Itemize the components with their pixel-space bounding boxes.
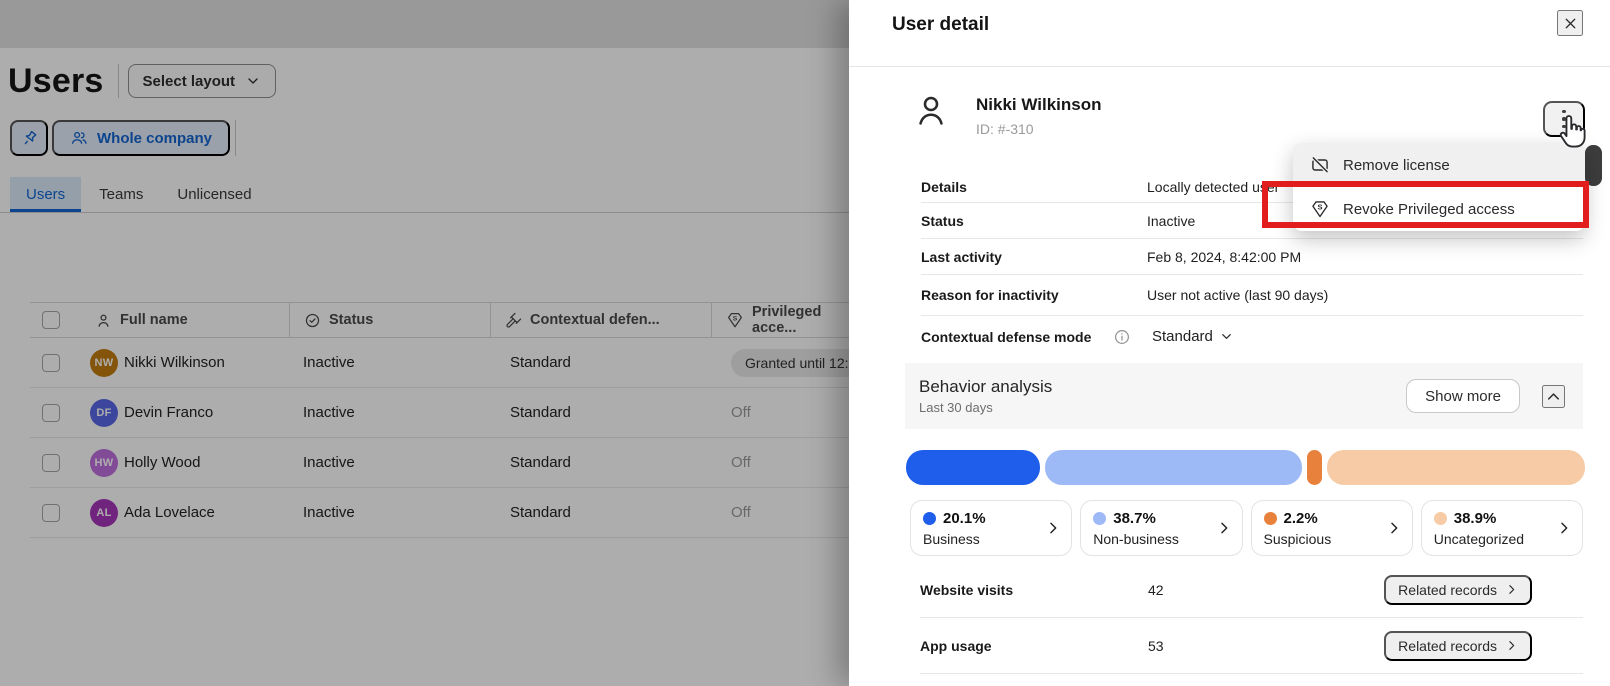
- detail-row: Reason for inactivity User not active (l…: [921, 275, 1583, 316]
- svg-text:S: S: [1317, 203, 1322, 212]
- partially-visible-dark-element: [1585, 145, 1602, 186]
- user-id: ID: #-310: [976, 121, 1034, 137]
- metric-row-website-visits: Website visits 42 Related records: [920, 562, 1583, 618]
- detail-row: Last activity Feb 8, 2024, 8:42:00 PM: [921, 239, 1583, 275]
- behavior-analysis-subtitle: Last 30 days: [919, 400, 1052, 415]
- behavior-analysis-header: Behavior analysis Last 30 days Show more: [905, 363, 1583, 429]
- chevron-up-icon[interactable]: [1542, 385, 1565, 408]
- behavior-category-cards: 20.1% Business 38.7% Non-business: [910, 500, 1583, 556]
- bar-segment-uncategorized: [1327, 450, 1585, 485]
- cursor-pointer-icon: [1555, 112, 1587, 156]
- menu-item-revoke-privileged-access[interactable]: S Revoke Privileged access: [1293, 187, 1585, 231]
- behavior-analysis-title: Behavior analysis: [919, 377, 1052, 397]
- user-detail-panel: User detail Nikki Wilkinson ID: #-310 De…: [849, 0, 1610, 686]
- activity-metrics: Website visits 42 Related records App us…: [920, 562, 1583, 674]
- bar-segment-non-business: [1045, 450, 1302, 485]
- chevron-right-icon: [1556, 520, 1572, 536]
- chevron-right-icon: [1505, 639, 1518, 652]
- remove-license-icon: [1310, 155, 1330, 175]
- panel-title: User detail: [892, 14, 989, 36]
- defense-mode-dropdown[interactable]: Standard: [1152, 328, 1234, 345]
- legend-dot: [923, 512, 936, 525]
- legend-dot: [1264, 512, 1277, 525]
- divider: [849, 66, 1610, 67]
- menu-item-remove-license[interactable]: Remove license: [1293, 143, 1585, 187]
- related-records-button[interactable]: Related records: [1384, 631, 1532, 661]
- chevron-down-icon: [1219, 329, 1234, 344]
- user-name: Nikki Wilkinson: [976, 95, 1101, 115]
- metric-row-app-usage: App usage 53 Related records: [920, 618, 1583, 674]
- legend-dot: [1434, 512, 1447, 525]
- chevron-right-icon: [1045, 520, 1061, 536]
- close-icon[interactable]: [1557, 10, 1583, 36]
- show-more-button[interactable]: Show more: [1406, 379, 1520, 413]
- modal-backdrop: [0, 0, 849, 686]
- card-suspicious[interactable]: 2.2% Suspicious: [1251, 500, 1413, 556]
- kebab-dropdown-menu: Remove license S Revoke Privileged acces…: [1293, 143, 1585, 231]
- behavior-distribution-bar: [906, 450, 1585, 485]
- related-records-button[interactable]: Related records: [1384, 575, 1532, 605]
- legend-dot: [1093, 512, 1106, 525]
- privileged-gem-icon: S: [1310, 199, 1330, 219]
- bar-segment-business: [906, 450, 1040, 485]
- bar-segment-suspicious: [1307, 450, 1322, 485]
- info-icon[interactable]: [1113, 328, 1131, 346]
- users-page: Users Select layout Whole company Users …: [0, 0, 849, 686]
- card-non-business[interactable]: 38.7% Non-business: [1080, 500, 1242, 556]
- chevron-right-icon: [1505, 583, 1518, 596]
- contextual-defense-row: Contextual defense mode Standard: [921, 316, 1583, 357]
- card-business[interactable]: 20.1% Business: [910, 500, 1072, 556]
- user-avatar-icon: [912, 90, 950, 130]
- chevron-right-icon: [1216, 520, 1232, 536]
- chevron-right-icon: [1386, 520, 1402, 536]
- card-uncategorized[interactable]: 38.9% Uncategorized: [1421, 500, 1583, 556]
